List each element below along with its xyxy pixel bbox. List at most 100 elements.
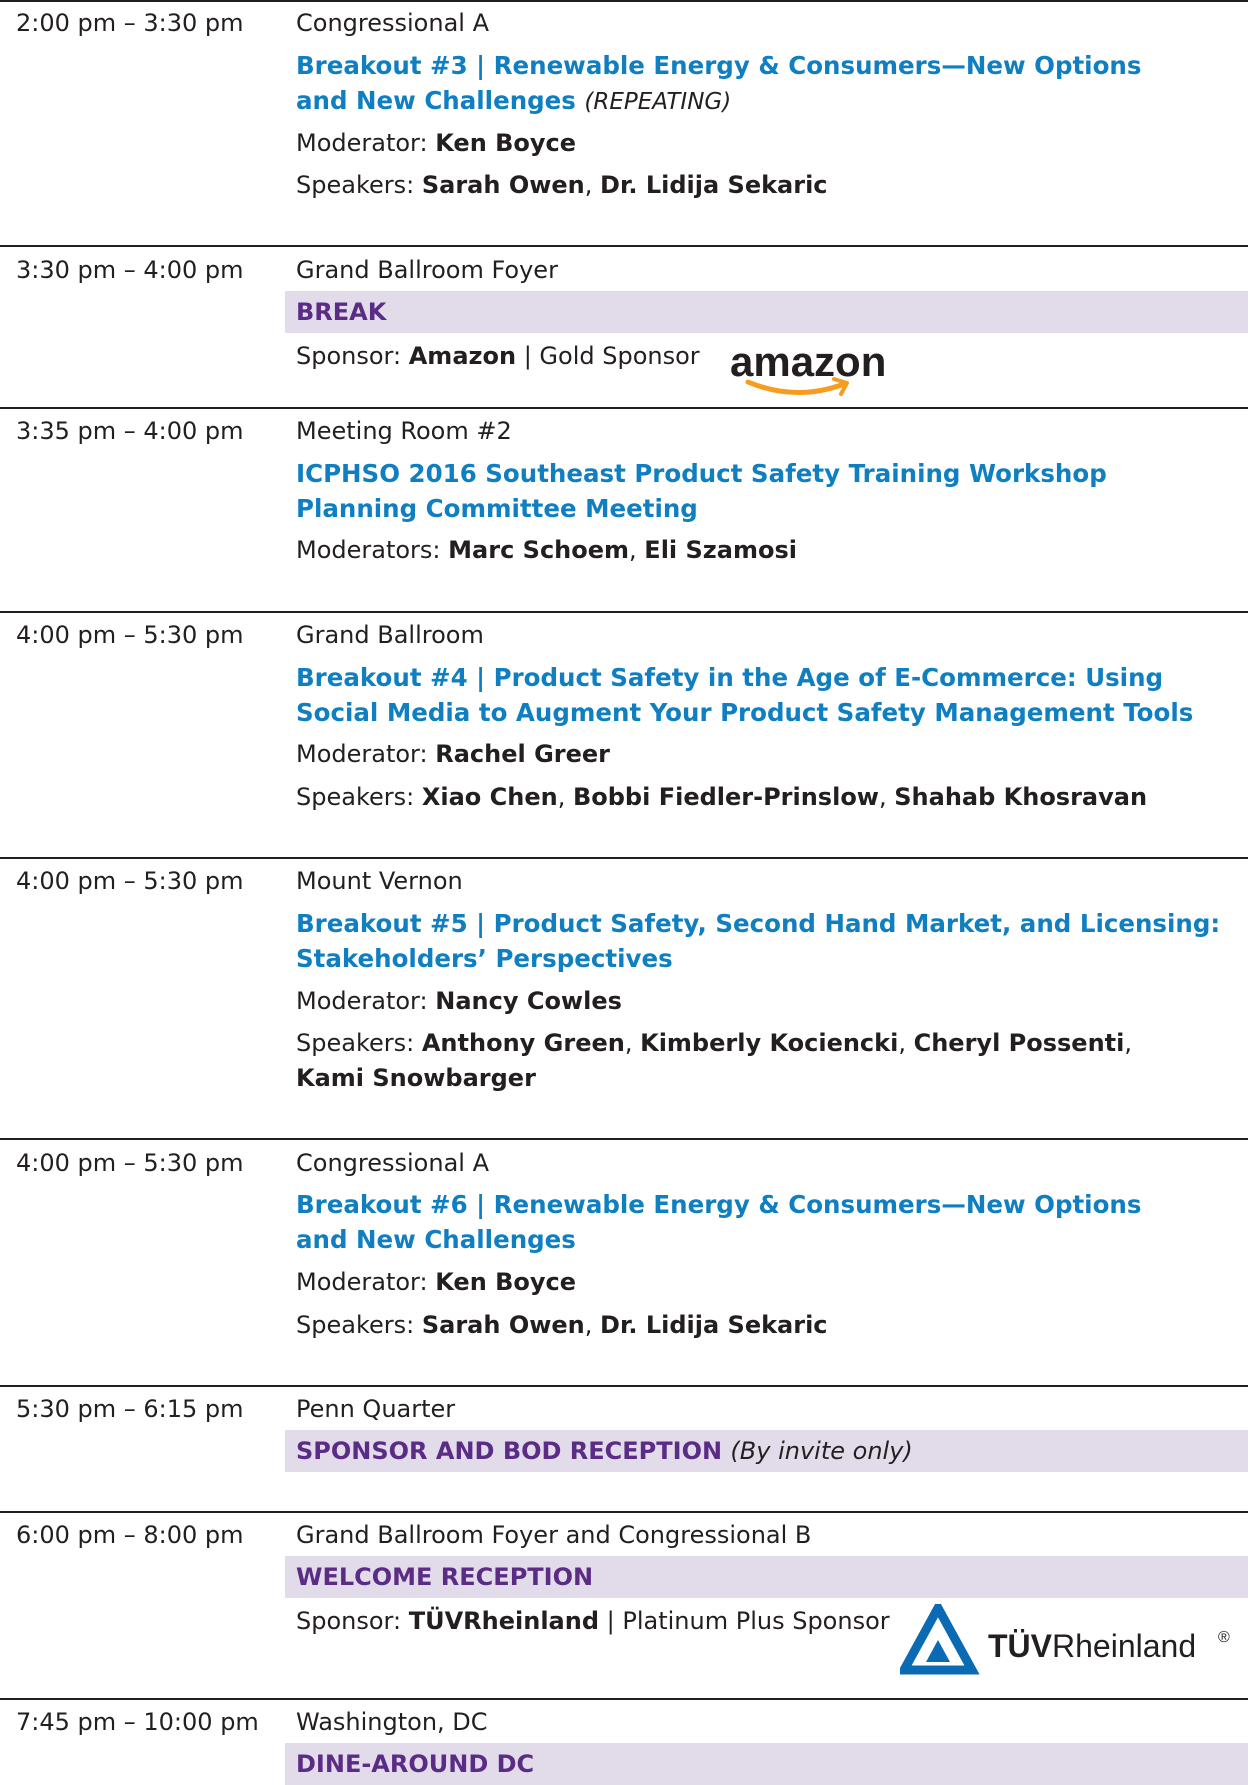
moderator-label: Moderator: [296,1268,428,1296]
sponsor-label: Sponsor: [296,1607,402,1635]
registered-mark: ® [1218,1629,1230,1646]
agenda-page: 2:00 pm – 3:30 pm Congressional A Breako… [0,0,1248,1785]
session-title-line: Planning Committee Meeting [296,494,698,523]
moderator-line: Moderator: Ken Boyce [296,1265,576,1300]
speakers-line: Speakers: Sarah Owen, Dr. Lidija Sekaric [296,171,828,199]
speaker-name: Dr. Lidija Sekaric [600,171,828,199]
session-title-line: and New Challenges [296,1225,576,1254]
session-divider [0,0,1248,2]
session-title-line: Breakout #3 | Renewable Energy & Consume… [296,51,1142,80]
moderator-label: Moderator: [296,987,428,1015]
session-time: 7:45 pm – 10:00 pm [16,1708,259,1736]
moderator-line: Moderator: Ken Boyce [296,126,576,161]
session-title-line: Stakeholders’ Perspectives [296,944,673,973]
speaker-name: Kimberly Kociencki [640,1029,899,1057]
speaker-name: Anthony Green [421,1029,625,1057]
moderator-name: Ken Boyce [435,1268,577,1296]
session-title: Breakout #6 | Renewable Energy & Consume… [296,1187,1141,1257]
speakers-line: Speakers: Sarah Owen, Dr. Lidija Sekaric [296,1311,828,1339]
amazon-logo: amazon [730,338,886,396]
speakers-label: Speakers: [296,783,415,811]
speaker-name: Bobbi Fiedler-Prinslow [572,783,879,811]
moderator-line: Moderators: Marc Schoem, Eli Szamosi [296,536,797,564]
moderator-name: Nancy Cowles [435,987,622,1015]
sponsor-label: Sponsor: [296,342,402,370]
session-title-line: ICPHSO 2016 Southeast Product Safety Tra… [296,459,1107,488]
session-location: Grand Ballroom Foyer [296,256,558,284]
event-band [285,291,1248,333]
speaker-name: Sarah Owen [421,1311,585,1339]
session-title-line: Breakout #6 | Renewable Energy & Consume… [296,1190,1142,1219]
sponsor-level: | Platinum Plus Sponsor [606,1607,890,1635]
session-title: Breakout #5 | Product Safety, Second Han… [296,906,1220,976]
session-title-note: (REPEATING) [584,89,732,115]
session-time: 6:00 pm – 8:00 pm [16,1521,244,1549]
session-location: Congressional A [296,9,489,37]
session-title: ICPHSO 2016 Southeast Product Safety Tra… [296,456,1107,526]
moderator-label: Moderator: [296,129,428,157]
speakers-line: Speakers: Xiao Chen, Bobbi Fiedler-Prins… [296,783,1148,811]
svg-text:TÜVRheinland: TÜVRheinland [988,1628,1196,1664]
session-divider [0,611,1248,613]
session-title: Breakout #3 | Renewable Energy & Consume… [296,48,1141,120]
sponsor-line: Sponsor: Amazon | Gold Sponsor [296,339,700,374]
session-divider [0,407,1248,409]
session-location: Penn Quarter [296,1395,456,1423]
session-divider [0,1138,1248,1140]
amazon-logo-text: amazon [730,338,886,385]
session-time: 3:30 pm – 4:00 pm [16,256,244,284]
speakers-label: Speakers: [296,1311,415,1339]
speaker-name: Shahab Khosravan [894,783,1148,811]
session-divider [0,1385,1248,1387]
session-location: Grand Ballroom [296,621,484,649]
moderator-name: Eli Szamosi [644,536,797,564]
moderator-name: Rachel Greer [435,740,611,768]
session-location: Congressional A [296,1149,489,1177]
speakers-line: Speakers: Anthony Green, Kimberly Kocien… [296,1029,1132,1092]
session-title-line: Social Media to Augment Your Product Saf… [296,698,1194,727]
session-divider [0,245,1248,247]
moderator-line: Moderator: Rachel Greer [296,737,610,772]
speaker-name: Cheryl Possenti [913,1029,1125,1057]
session-divider [0,1511,1248,1513]
session-title-line: and New Challenges [296,86,576,115]
session-location: Washington, DC [296,1708,488,1736]
session-divider [0,857,1248,859]
sponsor-name: Amazon [408,342,517,370]
session-time: 4:00 pm – 5:30 pm [16,621,244,649]
session-time: 4:00 pm – 5:30 pm [16,867,244,895]
moderator-label: Moderator: [296,740,428,768]
tuv-rheinland-logo: TÜVRheinland ® [900,1604,1230,1675]
speaker-name: Kami Snowbarger [296,1064,536,1092]
session-title: Breakout #4 | Product Safety in the Age … [296,660,1193,730]
moderator-name: Marc Schoem [448,536,630,564]
session-time: 5:30 pm – 6:15 pm [16,1395,244,1423]
speaker-name: Sarah Owen [421,171,585,199]
event-title-text: SPONSOR AND BOD RECEPTION [296,1437,723,1465]
session-title-line: Breakout #5 | Product Safety, Second Han… [296,909,1221,938]
tuv-logo-bold: TÜV [988,1628,1053,1664]
event-title: WELCOME RECEPTION [296,1563,594,1591]
sponsor-level: | Gold Sponsor [523,342,700,370]
session-time: 4:00 pm – 5:30 pm [16,1149,244,1177]
session-time: 2:00 pm – 3:30 pm [16,9,244,37]
speaker-name: Xiao Chen [421,783,558,811]
speakers-label: Speakers: [296,171,415,199]
tuv-logo-light: Rheinland [1052,1628,1196,1664]
speakers-label: Speakers: [296,1029,415,1057]
moderator-label: Moderators: [296,536,441,564]
session-title-line: Breakout #4 | Product Safety in the Age … [296,663,1164,692]
event-title: BREAK [296,298,387,326]
session-location: Grand Ballroom Foyer and Congressional B [296,1521,812,1549]
session-location: Meeting Room #2 [296,417,512,445]
moderator-line: Moderator: Nancy Cowles [296,984,622,1019]
sponsor-name: TÜVRheinland [408,1607,600,1635]
event-title: SPONSOR AND BOD RECEPTION (By invite onl… [296,1430,913,1472]
sponsor-line: Sponsor: TÜVRheinland | Platinum Plus Sp… [296,1604,890,1639]
session-location: Mount Vernon [296,867,463,895]
session-time: 3:35 pm – 4:00 pm [16,417,244,445]
event-title-note: (By invite only) [730,1437,913,1465]
moderator-name: Ken Boyce [435,129,577,157]
speaker-name: Dr. Lidija Sekaric [600,1311,828,1339]
session-divider [0,1698,1248,1700]
